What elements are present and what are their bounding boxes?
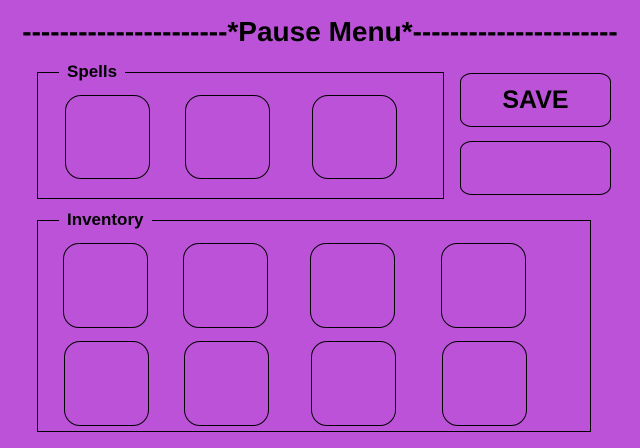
inventory-slot-7[interactable] [311, 341, 396, 426]
inventory-slot-1[interactable] [63, 243, 148, 328]
inventory-label: Inventory [67, 210, 144, 229]
inventory-slot-6[interactable] [184, 341, 269, 426]
inventory-slot-3[interactable] [310, 243, 395, 328]
inventory-slot-8[interactable] [442, 341, 527, 426]
inventory-slot-2[interactable] [183, 243, 268, 328]
spell-slot-1[interactable] [65, 95, 150, 179]
inventory-slot-5[interactable] [64, 341, 149, 426]
inventory-slot-4[interactable] [441, 243, 526, 328]
blank-menu-button[interactable] [460, 141, 611, 195]
pause-menu: ----------------------*Pause Menu*------… [0, 0, 640, 448]
save-button[interactable]: SAVE [460, 73, 611, 127]
spell-slot-3[interactable] [312, 95, 397, 179]
spell-slot-2[interactable] [185, 95, 270, 179]
spells-label: Spells [67, 62, 118, 81]
pause-menu-title: ----------------------*Pause Menu*------… [22, 16, 618, 47]
